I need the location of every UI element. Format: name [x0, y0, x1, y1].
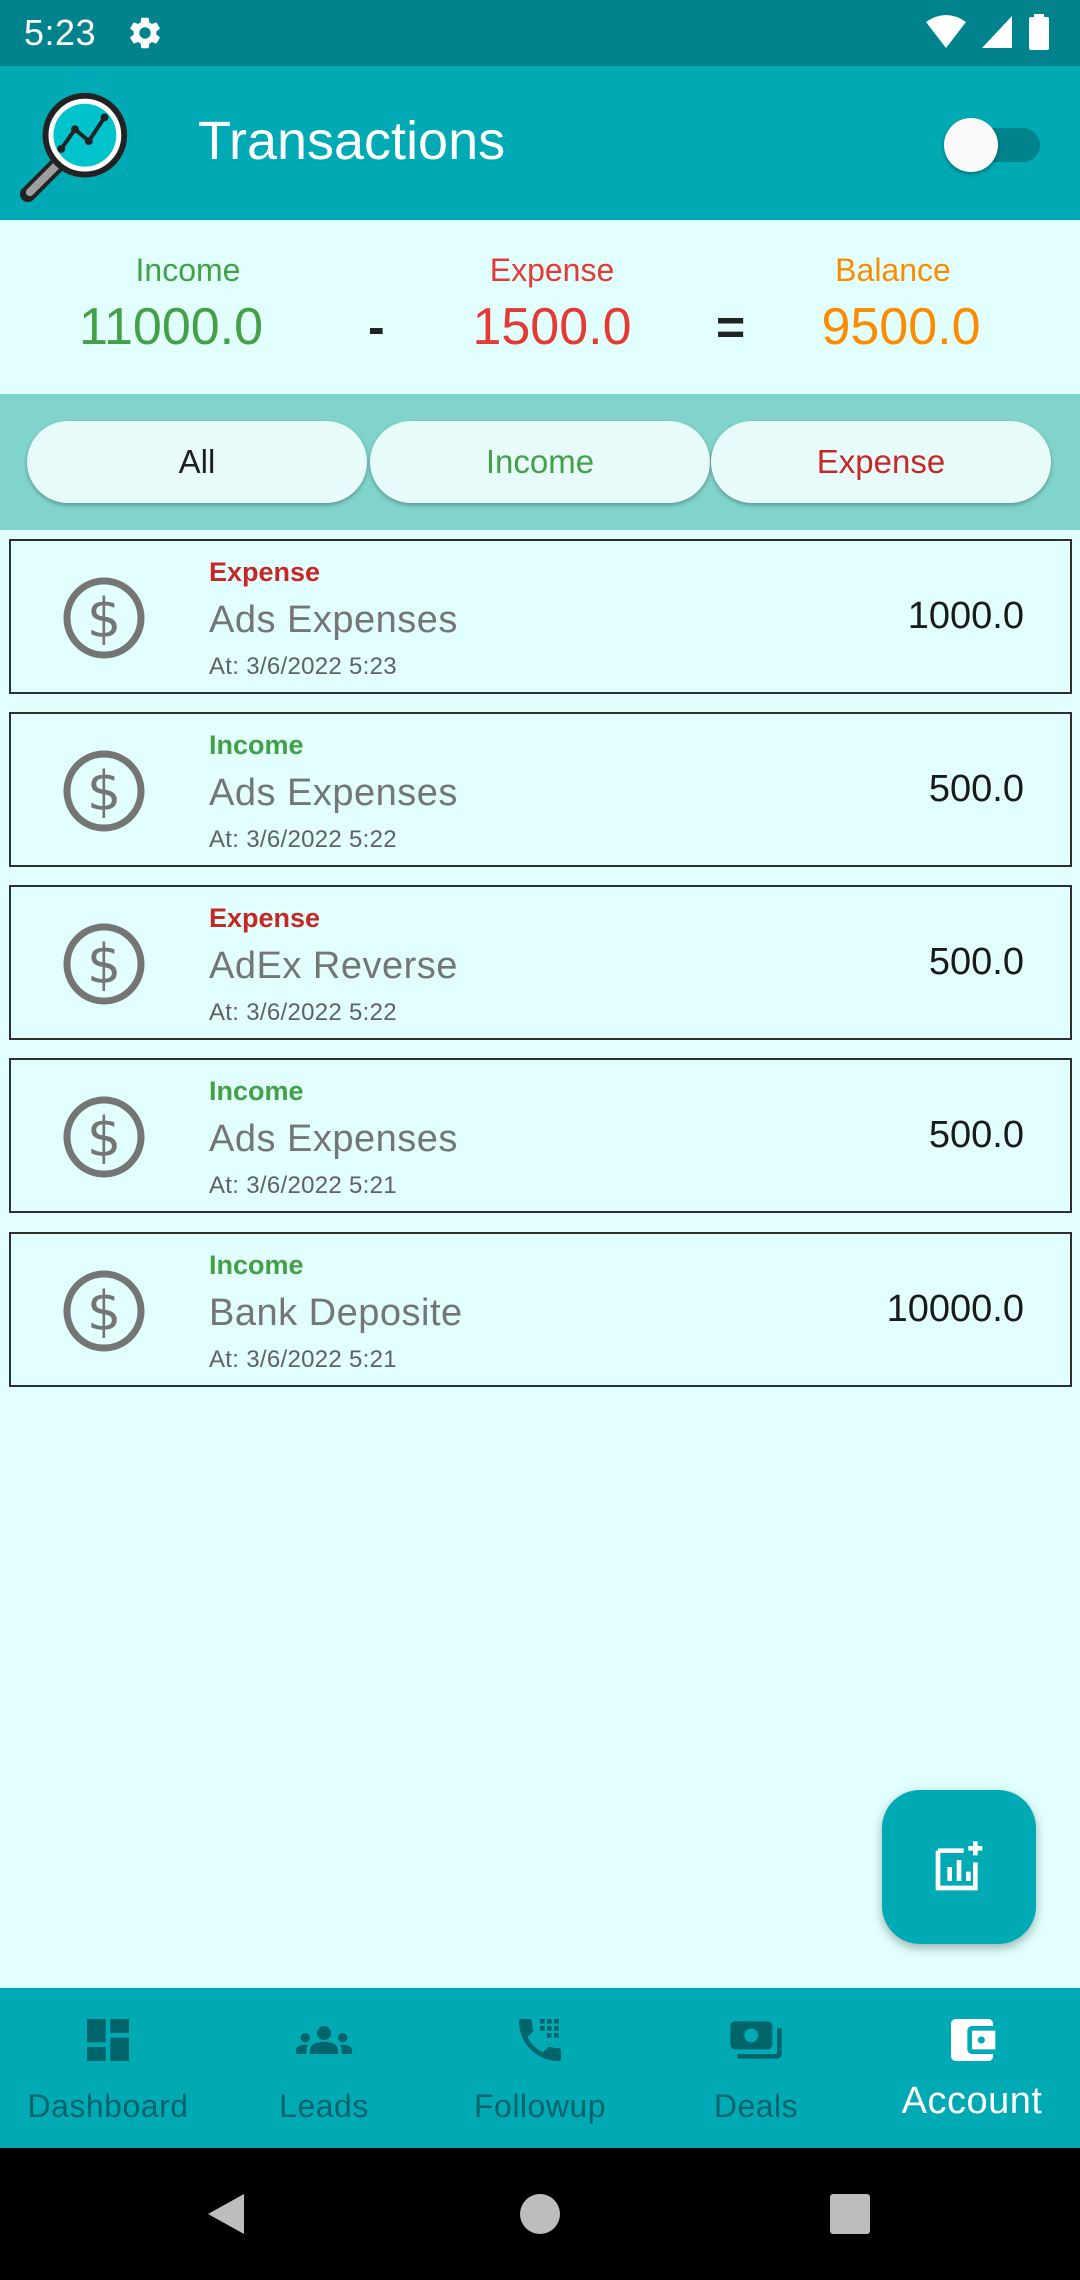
income-summary: Income 11000.0	[79, 252, 288, 357]
nav-leads-label: Leads	[279, 2088, 369, 2124]
transaction-amount: 10000.0	[886, 1288, 1024, 1330]
nav-dashboard-label: Dashboard	[27, 2088, 189, 2124]
wifi-icon	[926, 15, 966, 48]
nav-account-label: Account	[901, 2080, 1043, 2122]
system-navigation-bar	[0, 2148, 1080, 2280]
nav-followup-label: Followup	[473, 2088, 607, 2124]
filter-expense-button[interactable]: Expense	[711, 421, 1051, 503]
transaction-type: Expense	[209, 557, 321, 587]
transaction-amount: 1000.0	[907, 595, 1024, 637]
balance-summary-label: Balance	[835, 252, 951, 288]
money-stack-icon	[730, 2021, 782, 2059]
dollar-circle-icon: $	[63, 1270, 145, 1352]
balance-summary-col: Balance 9500.0	[793, 252, 993, 357]
transaction-title: AdEx Reverse	[209, 945, 458, 987]
transaction-title: Ads Expenses	[209, 599, 458, 641]
toggle-thumb	[944, 118, 998, 172]
income-summary-label: Income	[135, 252, 241, 288]
minus-operator: -	[368, 299, 385, 355]
battery-icon	[1029, 14, 1049, 50]
wallet-icon	[951, 2019, 996, 2061]
filter-tabs: All Income Expense	[0, 394, 1080, 530]
expense-summary: Expense 1500.0	[452, 252, 652, 357]
transaction-date: At: 3/6/2022 5:23	[209, 653, 397, 680]
transaction-item[interactable]: $ Expense Ads Expenses At: 3/6/2022 5:23…	[9, 539, 1072, 694]
transaction-type: Income	[209, 1250, 304, 1280]
cell-signal-icon	[982, 16, 1012, 48]
transaction-item[interactable]: $ Income Ads Expenses At: 3/6/2022 5:21 …	[9, 1058, 1072, 1213]
svg-text:$: $	[87, 1106, 121, 1169]
nav-leads[interactable]: Leads	[216, 1988, 432, 2148]
dashboard-icon	[87, 2019, 129, 2061]
transaction-amount: 500.0	[928, 1114, 1024, 1156]
filter-income-button[interactable]: Income	[370, 421, 710, 503]
equals-operator: =	[716, 299, 746, 355]
transaction-type: Income	[209, 730, 304, 760]
app-bar: Transactions	[0, 66, 1080, 220]
phone-dialpad-icon	[519, 2019, 561, 2061]
nav-deals-label: Deals	[713, 2088, 799, 2124]
transaction-type: Expense	[209, 903, 321, 933]
theme-toggle[interactable]	[944, 116, 1044, 172]
group-icon	[296, 2026, 352, 2054]
nav-followup[interactable]: Followup	[432, 1988, 648, 2148]
back-icon[interactable]	[204, 2192, 248, 2236]
add-chart-icon	[935, 1841, 983, 1891]
svg-text:$: $	[87, 1280, 121, 1343]
svg-text:$: $	[87, 760, 121, 823]
status-time: 5:23	[24, 12, 97, 53]
transaction-date: At: 3/6/2022 5:22	[209, 826, 397, 853]
dollar-circle-icon: $	[63, 577, 145, 659]
settings-gear-icon	[130, 17, 160, 49]
magnifier-chart-logo-icon	[19, 92, 128, 203]
svg-text:$: $	[87, 933, 121, 996]
transaction-amount: 500.0	[928, 768, 1024, 810]
dollar-circle-icon: $	[63, 750, 145, 832]
transaction-amount: 500.0	[928, 941, 1024, 983]
transaction-date: At: 3/6/2022 5:22	[209, 999, 397, 1026]
transaction-title: Ads Expenses	[209, 772, 458, 814]
status-bar: 5:23	[0, 0, 1080, 66]
dollar-circle-icon: $	[63, 923, 145, 1005]
income-summary-value: 11000.0	[78, 298, 264, 356]
svg-text:$: $	[87, 587, 121, 650]
nav-deals[interactable]: Deals	[648, 1988, 864, 2148]
transaction-item[interactable]: $ Expense AdEx Reverse At: 3/6/2022 5:22…	[9, 885, 1072, 1040]
nav-dashboard[interactable]: Dashboard	[0, 1988, 216, 2148]
bottom-navigation: Dashboard Leads Followup Deals Account	[0, 1988, 1080, 2148]
transaction-date: At: 3/6/2022 5:21	[209, 1346, 397, 1373]
expense-summary-label: Expense	[489, 252, 615, 288]
home-icon[interactable]	[518, 2192, 562, 2236]
dollar-circle-icon: $	[63, 1096, 145, 1178]
page-title: Transactions	[198, 111, 506, 171]
add-transaction-button[interactable]	[882, 1790, 1036, 1944]
balance-summary: Income 11000.0 - Expense 1500.0 = Balanc…	[0, 220, 1080, 394]
expense-summary-value: 1500.0	[472, 298, 632, 356]
nav-account[interactable]: Account	[864, 1988, 1080, 2148]
recents-icon[interactable]	[828, 2192, 872, 2236]
balance-summary-value: 9500.0	[821, 298, 981, 356]
transaction-title: Bank Deposite	[209, 1292, 463, 1334]
transaction-date: At: 3/6/2022 5:21	[209, 1172, 397, 1199]
transaction-item[interactable]: $ Income Ads Expenses At: 3/6/2022 5:22 …	[9, 712, 1072, 867]
status-icons	[926, 14, 1050, 50]
filter-all-button[interactable]: All	[27, 421, 367, 503]
transaction-title: Ads Expenses	[209, 1118, 458, 1160]
transaction-type: Income	[209, 1076, 304, 1106]
transaction-item[interactable]: $ Income Bank Deposite At: 3/6/2022 5:21…	[9, 1232, 1072, 1387]
